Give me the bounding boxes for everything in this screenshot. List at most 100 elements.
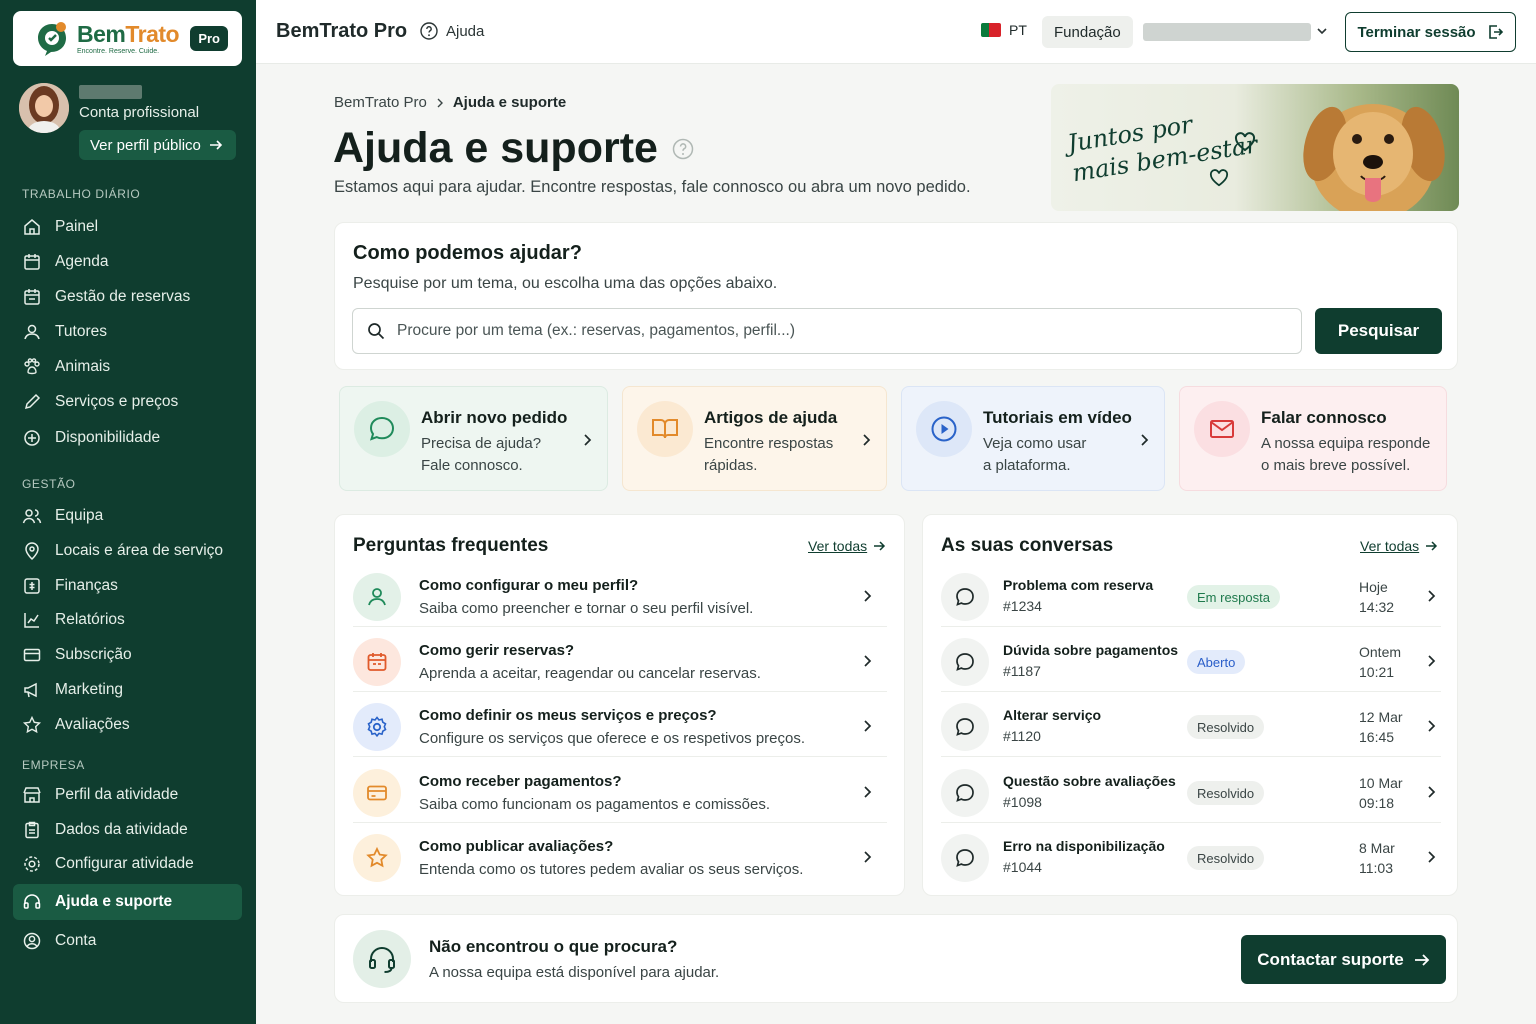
contact-support-button[interactable]: Contactar suporte <box>1241 935 1446 984</box>
conversation-icon-wrap <box>941 573 989 621</box>
gear-icon <box>24 856 40 872</box>
star-icon <box>22 715 42 734</box>
faq-item[interactable]: Como receber pagamentos? Saiba como func… <box>353 763 887 823</box>
sidebar-item-label: Conta <box>55 932 97 949</box>
contact-support-label: Contactar suporte <box>1257 949 1404 969</box>
section-title-company: EMPRESA <box>22 758 85 772</box>
calendar-icon <box>24 254 40 270</box>
sidebar-item-locais[interactable]: Locais e área de serviço <box>13 533 242 569</box>
sidebar-item-painel[interactable]: Painel <box>13 209 242 245</box>
help-link[interactable]: Ajuda <box>420 22 484 40</box>
chat-icon <box>956 588 974 606</box>
option-description: Precisa de ajuda? Fale connosco. <box>421 433 571 477</box>
faq-view-all-link[interactable]: Ver todas <box>808 538 886 554</box>
arrow-right-icon <box>874 541 886 551</box>
sidebar-item-relatorios[interactable]: Relatórios <box>13 602 242 638</box>
avatar[interactable] <box>19 83 69 133</box>
sidebar-item-financas[interactable]: Finanças <box>13 568 242 604</box>
sidebar-item-dados-atividade[interactable]: Dados da atividade <box>13 812 242 848</box>
option-video-tutorials[interactable]: Tutoriais em vídeo Veja como usar a plata… <box>901 386 1165 491</box>
option-line-2: Fale connosco. <box>421 457 523 474</box>
conversation-date: 10 Mar <box>1359 775 1403 791</box>
sidebar-item-equipa[interactable]: Equipa <box>13 498 242 534</box>
option-line-2: a plataforma. <box>983 457 1071 474</box>
conversation-time: 10:21 <box>1359 664 1395 680</box>
sidebar-item-marketing[interactable]: Marketing <box>13 672 242 708</box>
sidebar-item-perfil-atividade[interactable]: Perfil da atividade <box>13 777 242 813</box>
language-selector[interactable]: PT <box>981 22 1027 38</box>
sidebar-item-agenda[interactable]: Agenda <box>13 244 242 280</box>
conversation-datetime: 12 Mar 16:45 <box>1359 707 1403 747</box>
conversation-id: #1187 <box>1003 663 1041 679</box>
sidebar-item-ajuda-suporte[interactable]: Ajuda e suporte <box>13 884 242 920</box>
sidebar-item-reservas[interactable]: Gestão de reservas <box>13 279 242 315</box>
calendar-icon <box>367 653 387 671</box>
view-public-profile-button[interactable]: Ver perfil público <box>79 130 236 160</box>
conversation-row[interactable]: Dúvida sobre pagamentos #1187 Aberto Ont… <box>941 632 1441 692</box>
sidebar-item-servicos[interactable]: Serviços e preços <box>13 384 242 420</box>
sidebar-item-animais[interactable]: Animais <box>13 349 242 385</box>
conversation-row[interactable]: Questão sobre avaliações #1098 Resolvido… <box>941 763 1441 823</box>
paw-icon <box>24 358 40 375</box>
option-help-articles[interactable]: Artigos de ajuda Encontre respostas rápid… <box>622 386 887 491</box>
logo-icon <box>38 21 66 56</box>
chat-icon <box>369 416 395 441</box>
option-line-1: Precisa de ajuda? <box>421 435 542 452</box>
sidebar-item-label: Painel <box>55 218 99 235</box>
chevron-right-icon <box>1428 851 1436 863</box>
sidebar-item-disponibilidade[interactable]: Disponibilidade <box>13 420 242 456</box>
help-label: Ajuda <box>446 22 485 40</box>
sidebar-item-tutores[interactable]: Tutores <box>13 314 242 350</box>
conversation-row[interactable]: Alterar serviço #1120 Resolvido 12 Mar 16… <box>941 697 1441 757</box>
option-icon-wrap <box>354 401 410 457</box>
question-circle-icon[interactable] <box>672 138 694 160</box>
chevron-right-icon <box>864 720 872 732</box>
sidebar-item-subscricao[interactable]: Subscrição <box>13 637 242 673</box>
option-new-request[interactable]: Abrir novo pedido Precisa de ajuda? Fale … <box>339 386 608 491</box>
logout-button[interactable]: Terminar sessão <box>1345 12 1516 52</box>
brand-logo[interactable]: BemTrato Encontre. Reserve. Cuide. Pro <box>13 11 242 66</box>
conversation-icon-wrap <box>941 834 989 882</box>
chat-icon <box>956 849 974 867</box>
search-button[interactable]: Pesquisar <box>1315 308 1442 354</box>
plus-circle-icon <box>24 430 40 446</box>
promo-banner: Juntos por mais bem-estar <box>1051 84 1459 211</box>
pro-badge: Pro <box>190 26 228 51</box>
gear-icon <box>367 716 387 738</box>
faq-icon-wrap <box>353 638 401 686</box>
chevron-right-icon <box>437 98 443 107</box>
option-line-2: o mais breve possível. <box>1261 457 1411 474</box>
conversation-icon-wrap <box>941 769 989 817</box>
chevron-right-icon <box>864 655 872 667</box>
view-all-label: Ver todas <box>808 538 868 554</box>
option-title: Tutoriais em vídeo <box>983 408 1132 427</box>
account-name-redacted[interactable] <box>1143 23 1311 41</box>
conversation-row[interactable]: Problema com reserva #1234 Em resposta H… <box>941 567 1441 627</box>
faq-item[interactable]: Como configurar o meu perfil? Saiba como… <box>353 567 887 627</box>
option-description: Veja como usar a plataforma. <box>983 433 1133 477</box>
sidebar-item-configurar-atividade[interactable]: Configurar atividade <box>13 846 242 882</box>
sidebar-item-label: Equipa <box>55 507 104 524</box>
conversation-row[interactable]: Erro na disponibilização #1044 Resolvido… <box>941 828 1441 888</box>
conversation-icon-wrap <box>941 703 989 751</box>
sidebar-item-label: Locais e área de serviço <box>55 542 224 559</box>
conversation-subject: Alterar serviço <box>1003 707 1102 723</box>
chevron-down-icon[interactable] <box>1315 24 1329 38</box>
support-subtitle: A nossa equipa está disponível para ajud… <box>429 964 720 981</box>
search-subtitle: Pesquise por um tema, ou escolha uma das… <box>353 275 778 292</box>
faq-answer: Aprenda a aceitar, reagendar ou cancelar… <box>419 665 761 682</box>
option-contact-us[interactable]: Falar connosco A nossa equipa responde o … <box>1179 386 1447 491</box>
sidebar-item-avaliacoes[interactable]: Avaliações <box>13 707 242 743</box>
faq-item[interactable]: Como definir os meus serviços e preços? … <box>353 697 887 757</box>
conversations-view-all-link[interactable]: Ver todas <box>1360 538 1438 554</box>
sidebar-item-conta[interactable]: Conta <box>13 923 242 959</box>
option-line-1: A nossa equipa responde <box>1261 435 1431 452</box>
faq-item[interactable]: Como gerir reservas? Aprenda a aceitar, … <box>353 632 887 692</box>
option-description: A nossa equipa responde o mais breve poss… <box>1261 433 1436 477</box>
breadcrumb-root[interactable]: BemTrato Pro <box>334 94 427 111</box>
conversation-subject: Problema com reserva <box>1003 577 1154 593</box>
search-input[interactable]: Procure por um tema (ex.: reservas, paga… <box>352 308 1302 354</box>
organization-selector[interactable]: Fundação <box>1042 16 1133 48</box>
faq-item[interactable]: Como publicar avaliações? Entenda como o… <box>353 828 887 888</box>
search-icon <box>368 323 385 340</box>
